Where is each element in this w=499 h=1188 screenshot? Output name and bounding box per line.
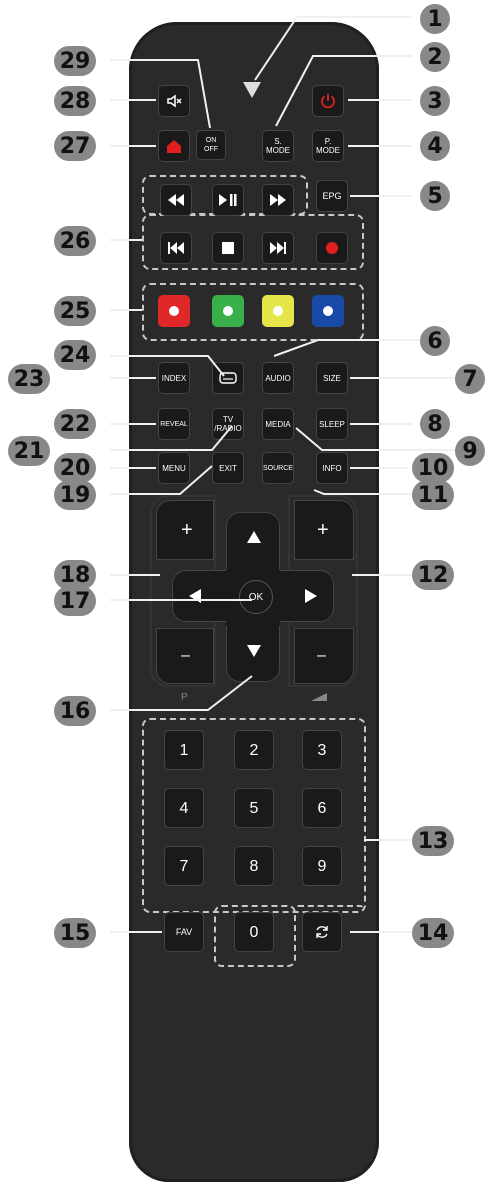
callout-13: 13 xyxy=(412,826,454,856)
callout-13-label: 13 xyxy=(417,828,449,854)
callout-24-label: 24 xyxy=(59,342,91,368)
callout-27-label: 27 xyxy=(59,133,91,159)
callout-24: 24 xyxy=(54,340,96,370)
callout-1: 1 xyxy=(420,4,450,34)
callout-12-label: 12 xyxy=(417,562,449,588)
callout-16: 16 xyxy=(54,696,96,726)
callout-21: 21 xyxy=(8,436,50,466)
callout-9-label: 9 xyxy=(462,438,478,464)
callout-4: 4 xyxy=(420,131,450,161)
callout-26: 26 xyxy=(54,226,96,256)
callout-6: 6 xyxy=(420,326,450,356)
callout-22-label: 22 xyxy=(59,411,91,437)
callout-20-label: 20 xyxy=(59,455,91,481)
callout-28-label: 28 xyxy=(59,88,91,114)
callout-25: 25 xyxy=(54,296,96,326)
callout-10-label: 10 xyxy=(417,455,449,481)
callout-9: 9 xyxy=(455,436,485,466)
callout-29-label: 29 xyxy=(59,48,91,74)
callout-8-label: 8 xyxy=(427,411,443,437)
callout-15: 15 xyxy=(54,918,96,948)
callout-3-label: 3 xyxy=(427,88,443,114)
callout-5: 5 xyxy=(420,181,450,211)
callout-1-label: 1 xyxy=(427,6,443,32)
callout-4-label: 4 xyxy=(427,133,443,159)
callout-7: 7 xyxy=(455,364,485,394)
callout-14-label: 14 xyxy=(417,920,449,946)
callout-21-label: 21 xyxy=(13,438,45,464)
callout-17-label: 17 xyxy=(59,588,91,614)
callout-20: 20 xyxy=(54,453,96,483)
callout-23: 23 xyxy=(8,364,50,394)
callout-19: 19 xyxy=(54,480,96,510)
callout-28: 28 xyxy=(54,86,96,116)
callout-3: 3 xyxy=(420,86,450,116)
callout-22: 22 xyxy=(54,409,96,439)
callout-8: 8 xyxy=(420,409,450,439)
callout-29: 29 xyxy=(54,46,96,76)
callout-2-label: 2 xyxy=(427,44,443,70)
callout-15-label: 15 xyxy=(59,920,91,946)
callout-2: 2 xyxy=(420,42,450,72)
callout-7-label: 7 xyxy=(462,366,478,392)
callout-14: 14 xyxy=(412,918,454,948)
callout-17: 17 xyxy=(54,586,96,616)
callout-11: 11 xyxy=(412,480,454,510)
callout-27: 27 xyxy=(54,131,96,161)
callout-18-label: 18 xyxy=(59,562,91,588)
callout-16-label: 16 xyxy=(59,698,91,724)
callout-5-label: 5 xyxy=(427,183,443,209)
callout-10: 10 xyxy=(412,453,454,483)
callout-25-label: 25 xyxy=(59,298,91,324)
callout-12: 12 xyxy=(412,560,454,590)
callout-6-label: 6 xyxy=(427,328,443,354)
callout-18: 18 xyxy=(54,560,96,590)
callout-26-label: 26 xyxy=(59,228,91,254)
callout-19-label: 19 xyxy=(59,482,91,508)
callout-11-label: 11 xyxy=(417,482,449,508)
callout-23-label: 23 xyxy=(13,366,45,392)
